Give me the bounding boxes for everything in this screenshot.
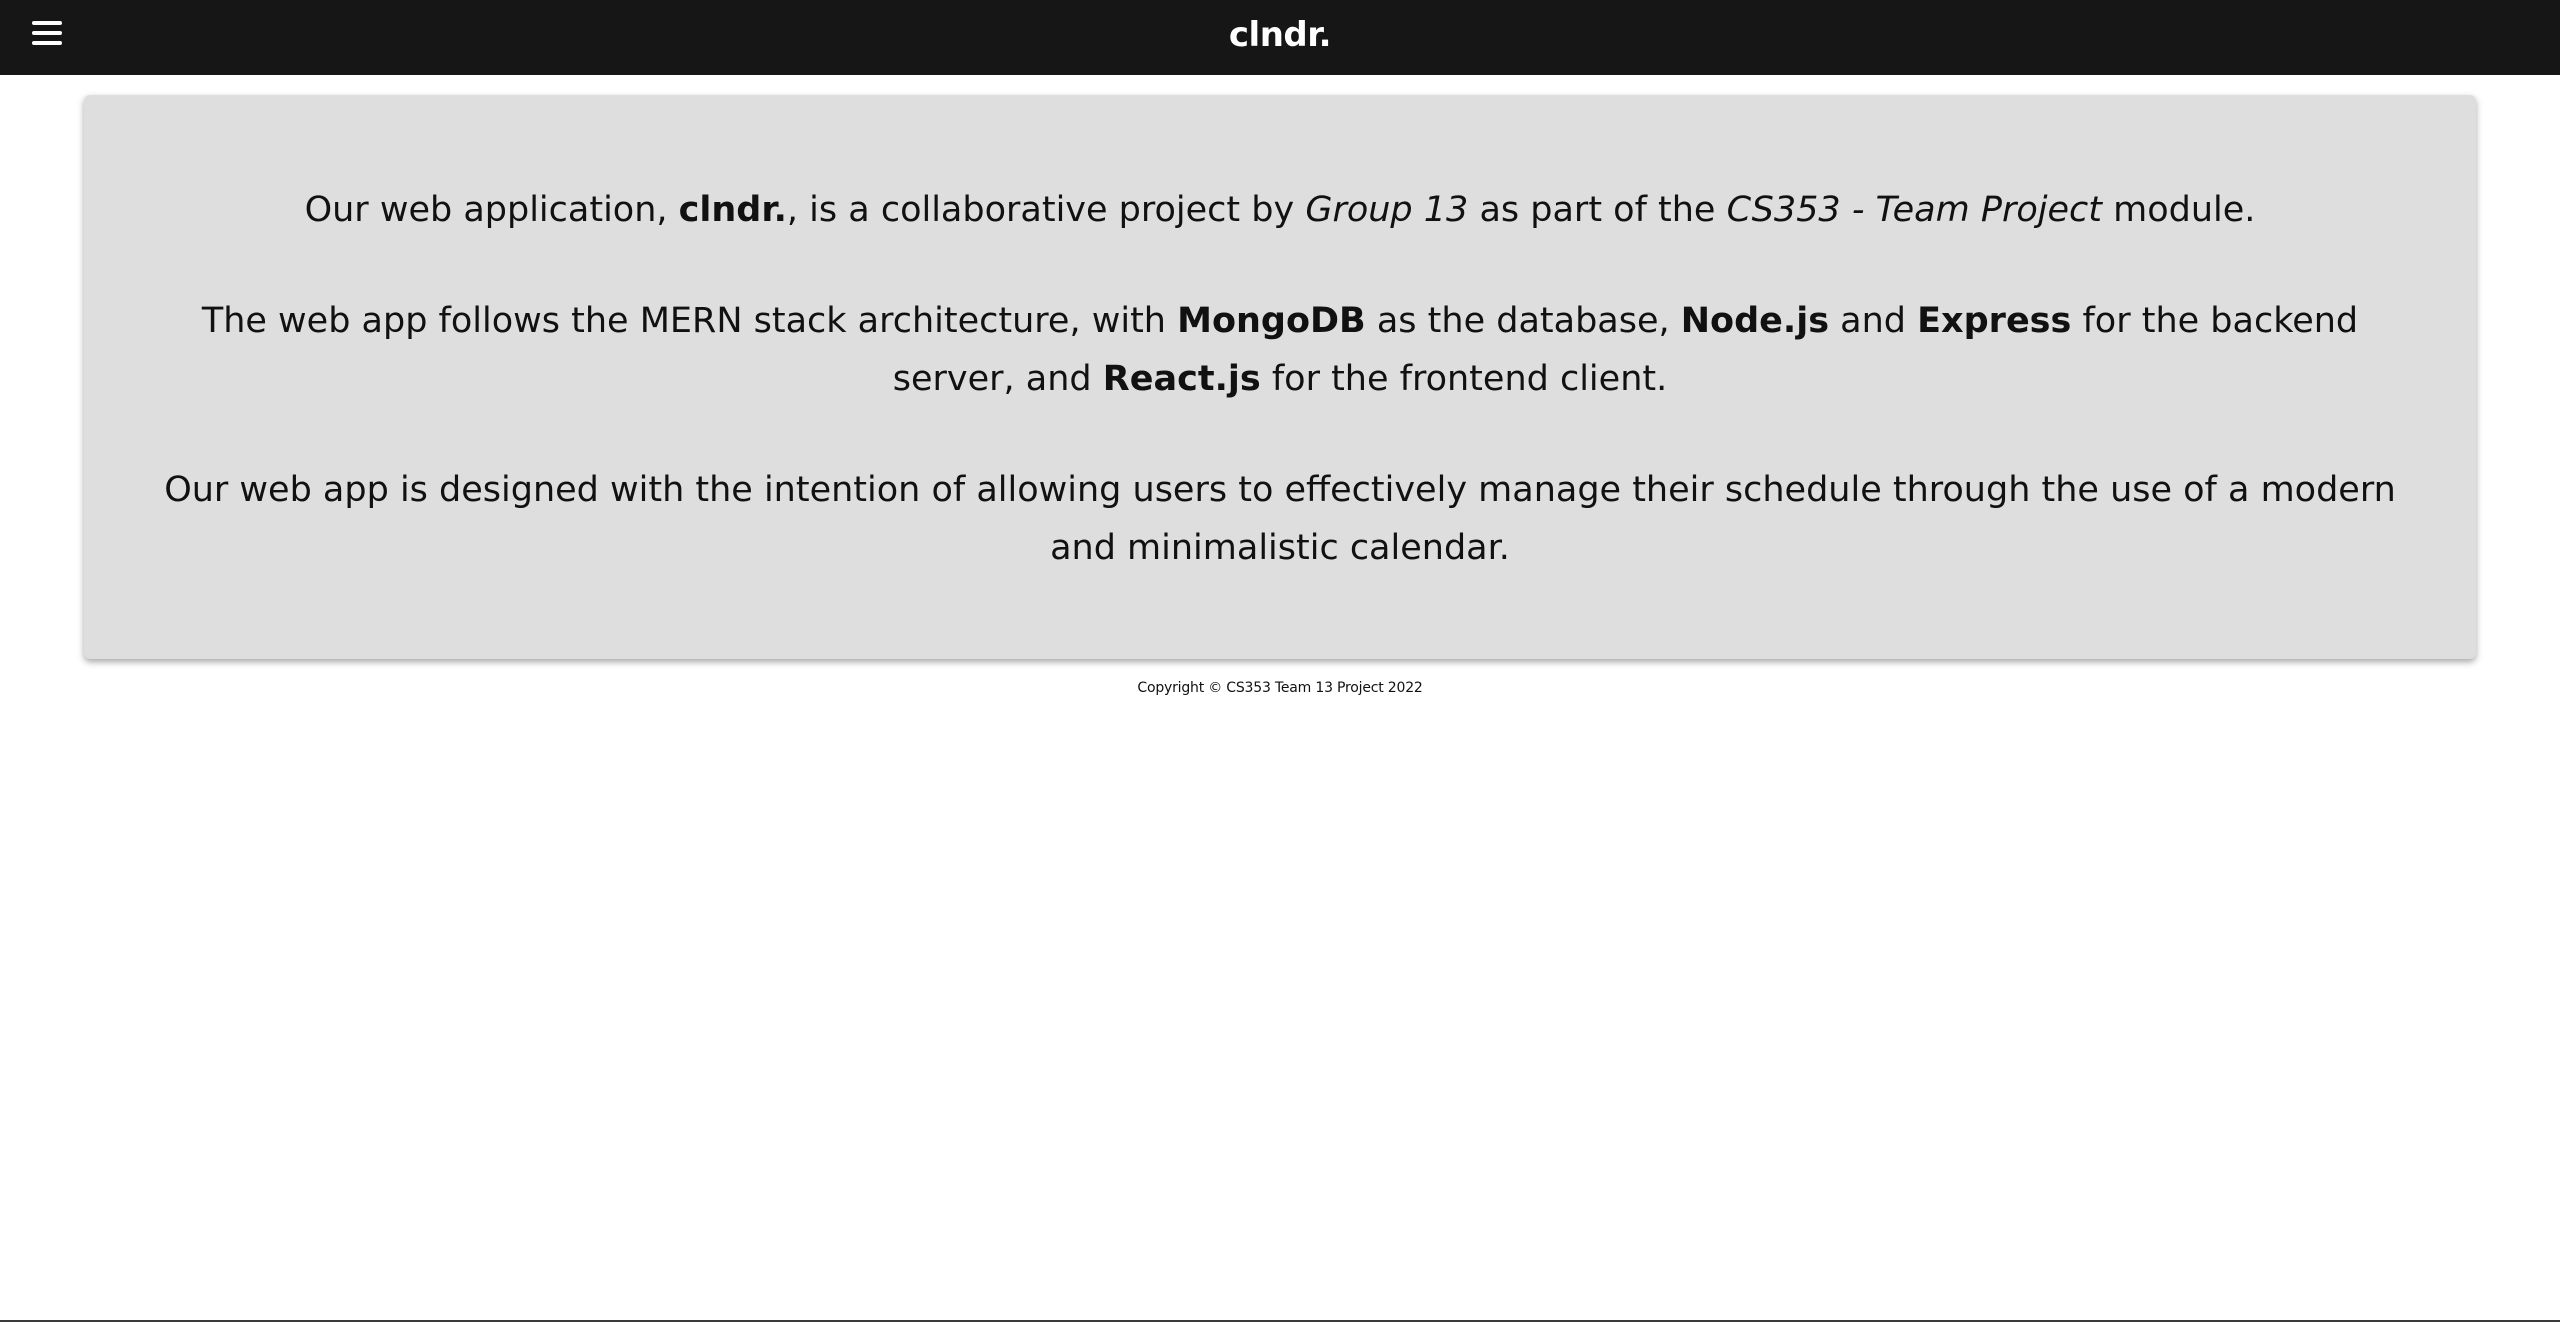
brand-logo-text[interactable]: clndr.	[1229, 15, 1332, 55]
text-segment: The web app follows the MERN stack archi…	[201, 301, 1178, 341]
brand-container: clndr.	[0, 0, 2560, 75]
text-segment: , is a collaborative project by	[786, 190, 1306, 230]
tech-nodejs: Node.js	[1680, 301, 1830, 341]
text-segment: as part of the	[1468, 190, 1727, 230]
group-name-italic: Group 13	[1305, 190, 1469, 230]
tech-mongodb: MongoDB	[1177, 301, 1366, 341]
menu-line-bottom	[32, 41, 62, 45]
about-paragraph-purpose: Our web app is designed with the intenti…	[154, 461, 2406, 577]
tech-express: Express	[1917, 301, 2072, 341]
tech-reactjs: React.js	[1102, 359, 1261, 399]
menu-line-top	[32, 21, 62, 25]
module-name-italic: CS353 - Team Project	[1726, 190, 2102, 230]
text-segment: for the frontend client.	[1260, 359, 1668, 399]
menu-line-middle	[32, 31, 62, 35]
text-segment: as the database,	[1365, 301, 1681, 341]
text-segment: and	[1829, 301, 1918, 341]
text-segment: module.	[2101, 190, 2256, 230]
about-paragraph-stack: The web app follows the MERN stack archi…	[154, 292, 2406, 408]
top-navbar: clndr.	[0, 0, 2560, 75]
about-paragraph-intro: Our web application, clndr., is a collab…	[154, 181, 2406, 239]
hamburger-menu-icon[interactable]	[30, 17, 64, 51]
footer-copyright: Copyright © CS353 Team 13 Project 2022	[1137, 680, 1423, 696]
text-segment: Our web app is designed with the intenti…	[164, 470, 2396, 568]
about-card: Our web application, clndr., is a collab…	[84, 95, 2476, 659]
app-name-bold: clndr.	[678, 190, 787, 230]
text-segment: Our web application,	[304, 190, 679, 230]
